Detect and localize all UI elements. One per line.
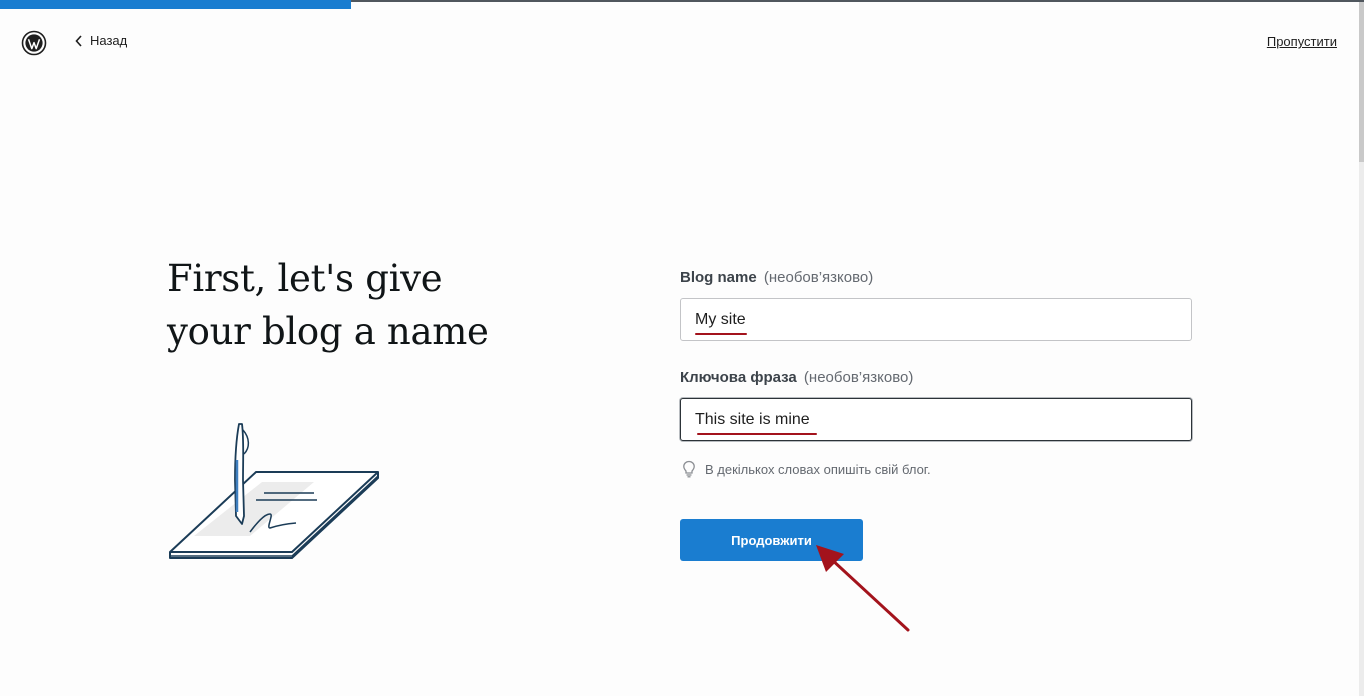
blog-name-input[interactable] bbox=[680, 298, 1192, 341]
scrollbar-thumb[interactable] bbox=[1359, 2, 1364, 162]
lightbulb-icon bbox=[683, 460, 695, 478]
hint-text: В декількох словах опишіть свій блог. bbox=[705, 461, 931, 477]
blog-name-label: Blog name (необов’язково) bbox=[680, 269, 874, 286]
progress-bar bbox=[0, 0, 351, 9]
tagline-label: Ключова фраза (необов’язково) bbox=[680, 369, 914, 386]
blog-name-optional: (необов’язково) bbox=[763, 269, 874, 286]
chevron-left-icon bbox=[75, 34, 82, 47]
continue-button[interactable]: Продовжити bbox=[680, 519, 863, 561]
heading-line-2: your blog a name bbox=[167, 310, 489, 353]
back-label: Назад bbox=[90, 33, 128, 48]
back-button[interactable]: Назад bbox=[74, 33, 127, 48]
wordpress-logo-icon[interactable] bbox=[21, 30, 47, 56]
notepad-pen-illustration bbox=[169, 423, 379, 559]
page-heading: First, let's give your blog a name bbox=[167, 252, 587, 358]
annotation-underline-name bbox=[695, 333, 747, 335]
tagline-hint: В декількох словах опишіть свій блог. bbox=[682, 460, 931, 478]
annotation-underline-tagline bbox=[697, 433, 817, 435]
heading-line-1: First, let's give bbox=[167, 257, 443, 300]
tagline-optional: (необов’язково) bbox=[803, 369, 914, 386]
skip-link[interactable]: Пропустити bbox=[1267, 34, 1337, 49]
